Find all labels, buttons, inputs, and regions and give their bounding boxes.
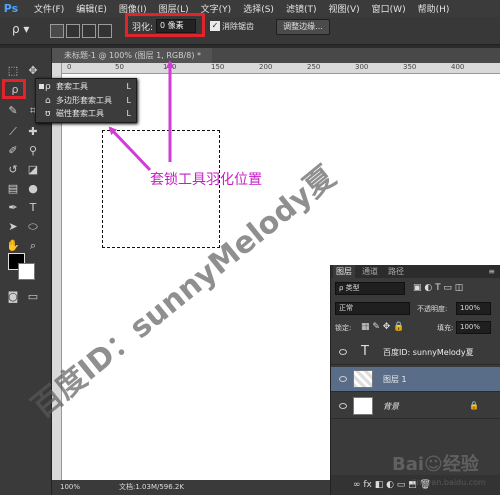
visibility-eye-icon[interactable] — [339, 376, 347, 382]
tab-channels[interactable]: 通道 — [359, 265, 381, 278]
layer-row-background[interactable]: 背景 🔒 — [331, 394, 500, 419]
layer-row-text[interactable]: T 百度ID: sunnyMelody夏 — [331, 340, 500, 365]
filter-icons[interactable]: ▣ ◐ T ▭ ◫ — [413, 283, 463, 293]
fill-label: 填充: — [437, 324, 454, 332]
tab-layers[interactable]: 图层 — [333, 265, 355, 278]
layer-row-layer1[interactable]: 图层 1 — [331, 367, 500, 392]
blend-mode-select[interactable]: 正常 — [335, 302, 410, 315]
visibility-eye-icon[interactable] — [339, 349, 347, 355]
layer-thumbnail — [353, 397, 373, 415]
layer-kind-filter[interactable]: ρ 类型 — [335, 282, 405, 295]
opacity-label: 不透明度: — [417, 305, 448, 313]
layer-name: 百度ID: sunnyMelody夏 — [383, 348, 474, 357]
baidu-jingyan-logo: Bai☺经验 — [392, 454, 479, 475]
text-layer-icon: T — [361, 344, 369, 359]
layers-panel-tabs: 图层 通道 路径 ≡ — [331, 265, 500, 278]
tab-paths[interactable]: 路径 — [385, 265, 407, 278]
annotation-label: 套锁工具羽化位置 — [150, 172, 262, 188]
lock-icons[interactable]: ▦ ✎ ✥ 🔒 — [361, 322, 404, 332]
opacity-input[interactable]: 100% — [456, 302, 491, 315]
lock-icon: 🔒 — [469, 401, 479, 410]
layer-name: 图层 1 — [383, 375, 407, 384]
lock-label: 锁定: — [335, 324, 352, 332]
layer-name: 背景 — [383, 402, 399, 411]
panel-menu-icon[interactable]: ≡ — [488, 265, 495, 278]
fill-input[interactable]: 100% — [456, 321, 491, 334]
visibility-eye-icon[interactable] — [339, 403, 347, 409]
arrow-to-lasso-flyout — [108, 126, 152, 172]
layer-thumbnail — [353, 370, 373, 388]
baidu-jingyan-url: jingyan.baidu.com — [412, 478, 486, 487]
